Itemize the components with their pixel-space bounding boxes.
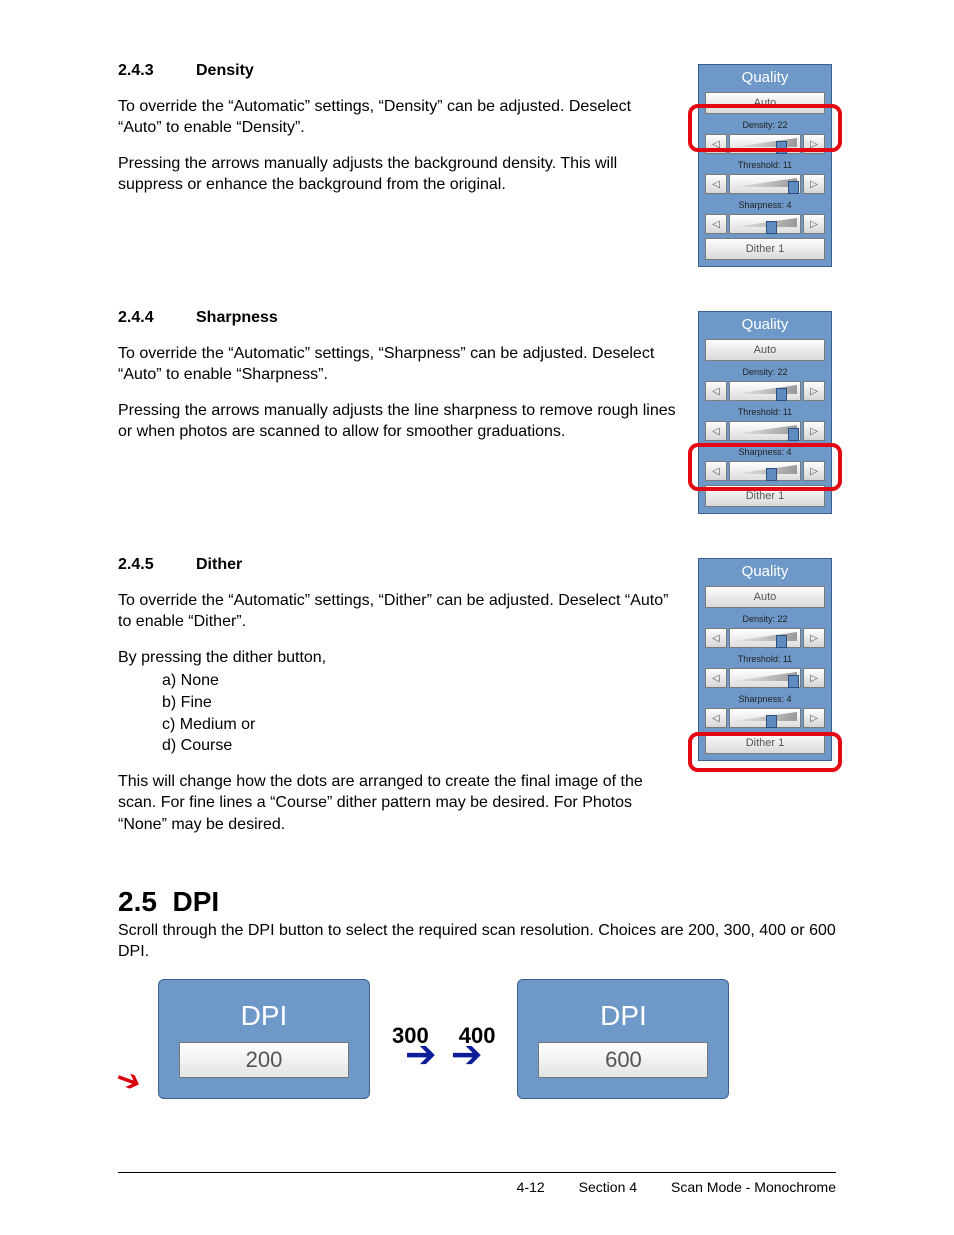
footer-title: Scan Mode - Monochrome [671,1179,836,1195]
footer-page: 4-12 [517,1179,545,1195]
arrow-right-icon[interactable]: ▷ [803,668,825,688]
section-density: 2.4.3Density To override the “Automatic”… [118,60,678,210]
section-dpi: 2.5 DPI Scroll through the DPI button to… [118,886,836,1099]
arrow-right-icon[interactable]: ▷ [803,214,825,234]
sharpness-label: Sharpness: 4 [738,200,791,210]
threshold-slider[interactable]: ◁ ▷ [705,174,825,194]
arrow-left-icon[interactable]: ◁ [705,381,727,401]
paragraph: To override the “Automatic” settings, “D… [118,590,678,633]
density-label: Density: 22 [742,614,787,624]
quality-panel-dither: Quality Auto Density: 22 ◁ ▷ Threshold: … [694,554,836,765]
threshold-slider[interactable]: ◁ ▷ [705,421,825,441]
arrow-left-icon[interactable]: ◁ [705,708,727,728]
density-label: Density: 22 [742,367,787,377]
page-footer: 4-12 Section 4 Scan Mode - Monochrome [118,1172,836,1195]
threshold-label: Threshold: 11 [738,160,792,170]
density-slider[interactable]: ◁ ▷ [705,381,825,401]
density-slider[interactable]: ◁ ▷ [705,134,825,154]
heading-num: 2.4.3 [118,60,196,82]
heading-title: Dither [196,556,242,573]
density-label: Density: 22 [742,120,787,130]
heading-num: 2.5 [118,886,157,917]
arrow-right-icon[interactable]: ▷ [803,421,825,441]
quality-panel-sharpness: Quality Auto Density: 22 ◁ ▷ Threshold: … [694,307,836,518]
arrow-left-icon[interactable]: ◁ [705,174,727,194]
dither-button[interactable]: Dither 1 [705,485,825,507]
red-arrow-icon: ➔ [111,1059,147,1100]
arrow-left-icon[interactable]: ◁ [705,668,727,688]
footer-section: Section 4 [579,1179,637,1195]
arrow-right-icon[interactable]: ▷ [803,708,825,728]
list-item: c) Medium or [162,714,678,736]
dpi-panel-start: DPI 200 [158,979,370,1099]
sharpness-label: Sharpness: 4 [738,447,791,457]
list-item: a) None [162,670,678,692]
arrow-left-icon[interactable]: ◁ [705,421,727,441]
sharpness-slider[interactable]: ◁ ▷ [705,461,825,481]
arrow-left-icon[interactable]: ◁ [705,214,727,234]
arrow-right-icon[interactable]: ▷ [803,174,825,194]
paragraph: This will change how the dots are arrang… [118,771,678,836]
dither-button[interactable]: Dither 1 [705,732,825,754]
auto-button[interactable]: Auto [705,586,825,608]
sharpness-slider[interactable]: ◁ ▷ [705,708,825,728]
arrow-left-icon[interactable]: ◁ [705,461,727,481]
arrow-right-icon[interactable]: ▷ [803,134,825,154]
threshold-label: Threshold: 11 [738,407,792,417]
arrow-left-icon[interactable]: ◁ [705,628,727,648]
heading-title: DPI [173,886,220,917]
list-item: b) Fine [162,692,678,714]
paragraph: Pressing the arrows manually adjusts the… [118,153,678,196]
panel-title: Quality [742,69,789,86]
dpi-title: DPI [241,1000,288,1032]
paragraph: By pressing the dither button, [118,647,678,669]
dpi-value-button[interactable]: 200 [179,1042,349,1078]
arrow-right-icon[interactable]: ▷ [803,461,825,481]
arrow-left-icon[interactable]: ◁ [705,134,727,154]
paragraph: Pressing the arrows manually adjusts the… [118,400,678,443]
dpi-title: DPI [600,1000,647,1032]
section-sharpness: 2.4.4Sharpness To override the “Automati… [118,307,678,457]
list-item: d) Course [162,735,678,757]
sharpness-slider[interactable]: ◁ ▷ [705,214,825,234]
quality-panel-density: Quality Auto Density: 22 ◁ ▷ Threshold: … [694,60,836,271]
dpi-panel-end: DPI 600 [517,979,729,1099]
paragraph: To override the “Automatic” settings, “D… [118,96,678,139]
arrow-right-icon[interactable]: ▷ [803,381,825,401]
panel-title: Quality [742,316,789,333]
auto-button[interactable]: Auto [705,339,825,361]
threshold-label: Threshold: 11 [738,654,792,664]
heading-num: 2.4.4 [118,307,196,329]
panel-title: Quality [742,563,789,580]
paragraph: Scroll through the DPI button to select … [118,920,836,963]
auto-button[interactable]: Auto [705,92,825,114]
heading-title: Density [196,62,254,79]
heading-num: 2.4.5 [118,554,196,576]
paragraph: To override the “Automatic” settings, “S… [118,343,678,386]
dpi-value-button[interactable]: 600 [538,1042,708,1078]
density-slider[interactable]: ◁ ▷ [705,628,825,648]
arrow-right-icon[interactable]: ▷ [803,628,825,648]
dither-button[interactable]: Dither 1 [705,238,825,260]
heading-title: Sharpness [196,309,278,326]
sharpness-label: Sharpness: 4 [738,694,791,704]
threshold-slider[interactable]: ◁ ▷ [705,668,825,688]
section-dither: 2.4.5Dither To override the “Automatic” … [118,554,678,850]
